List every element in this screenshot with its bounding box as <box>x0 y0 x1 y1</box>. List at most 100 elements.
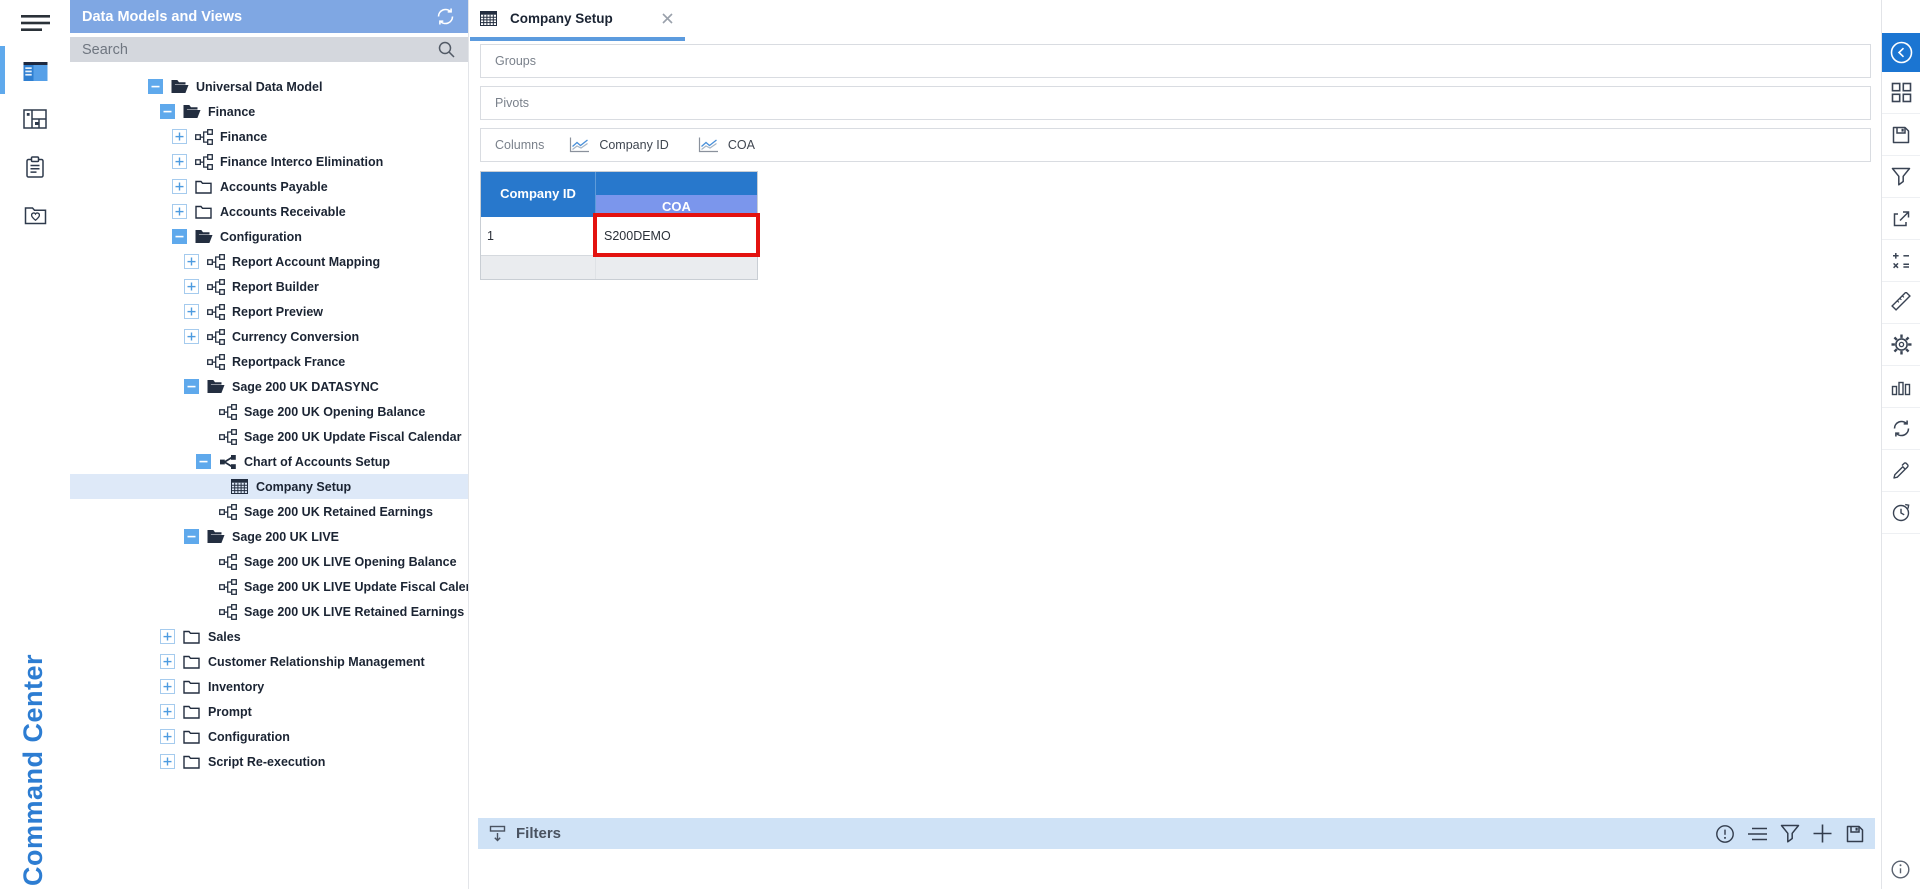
tree-item[interactable]: Configuration <box>70 724 468 749</box>
tree-item[interactable]: Finance Interco Elimination <box>70 149 468 174</box>
search-input[interactable] <box>82 42 412 58</box>
collapse-circle-icon[interactable] <box>1882 33 1920 72</box>
selected-column-header[interactable]: COA <box>596 195 757 217</box>
table-empty-row <box>481 256 757 279</box>
tree-item[interactable]: Sage 200 UK LIVE Retained Earnings <box>70 599 468 624</box>
expand-icon[interactable] <box>172 179 187 194</box>
favorites-folder-icon[interactable] <box>0 202 70 228</box>
tree-item[interactable]: Report Builder <box>70 274 468 299</box>
gear-icon[interactable] <box>1882 324 1920 366</box>
measure-icon <box>568 137 590 154</box>
calc-icon[interactable] <box>1882 240 1920 282</box>
collapse-icon[interactable] <box>172 229 187 244</box>
expand-icon[interactable] <box>184 329 199 344</box>
tree-item[interactable]: Company Setup <box>70 474 468 499</box>
tree-item[interactable]: Sage 200 UK Retained Earnings <box>70 499 468 524</box>
model-icon <box>218 404 237 420</box>
tree-item[interactable]: Customer Relationship Management <box>70 649 468 674</box>
save-icon[interactable] <box>1882 114 1920 156</box>
eyedropper-icon[interactable] <box>1882 450 1920 492</box>
layout-icon[interactable] <box>0 106 70 132</box>
measure-icon <box>697 137 719 154</box>
expand-icon[interactable] <box>172 154 187 169</box>
collapse-icon[interactable] <box>184 529 199 544</box>
tree-item[interactable]: Accounts Receivable <box>70 199 468 224</box>
tree-item[interactable]: Finance <box>70 124 468 149</box>
header-cell-company-id[interactable]: Company ID <box>481 172 596 217</box>
pivots-placeholder: Pivots <box>495 96 529 110</box>
search-icon[interactable] <box>437 40 456 59</box>
expand-icon[interactable] <box>160 729 175 744</box>
tree-item[interactable]: Script Re-execution <box>70 749 468 774</box>
refresh-icon[interactable] <box>1882 408 1920 450</box>
expand-icon[interactable] <box>160 754 175 769</box>
expand-icon[interactable] <box>160 654 175 669</box>
history-icon[interactable] <box>1882 492 1920 534</box>
tree-item[interactable]: Chart of Accounts Setup <box>70 449 468 474</box>
alert-circle-icon[interactable] <box>1715 824 1735 844</box>
tree-item[interactable]: Inventory <box>70 674 468 699</box>
tree-item[interactable]: Sage 200 UK Opening Balance <box>70 399 468 424</box>
model-icon <box>194 129 213 145</box>
expand-icon[interactable] <box>172 204 187 219</box>
collapse-icon[interactable] <box>148 79 163 94</box>
columns-drop-zone[interactable]: Columns Company ID COA <box>480 128 1871 162</box>
tree-item[interactable]: Reportpack France <box>70 349 468 374</box>
tree-item[interactable]: Prompt <box>70 699 468 724</box>
model-icon <box>206 354 225 370</box>
expand-icon[interactable] <box>160 679 175 694</box>
funnel-icon[interactable] <box>1882 156 1920 198</box>
expand-icon[interactable] <box>160 704 175 719</box>
pivots-drop-zone[interactable]: Pivots <box>480 86 1871 120</box>
list-icon[interactable] <box>1747 826 1768 842</box>
tree-item[interactable]: Configuration <box>70 224 468 249</box>
tree-item[interactable]: Finance <box>70 99 468 124</box>
expand-icon[interactable] <box>184 304 199 319</box>
refresh-icon[interactable] <box>435 6 456 27</box>
barchart-icon[interactable] <box>1882 366 1920 408</box>
share-export-icon[interactable] <box>1882 198 1920 240</box>
collapse-icon[interactable] <box>160 104 175 119</box>
collapse-icon[interactable] <box>196 454 211 469</box>
save-icon[interactable] <box>1845 824 1865 844</box>
groups-drop-zone[interactable]: Groups <box>480 44 1871 78</box>
filters-bar[interactable]: Filters <box>478 818 1875 849</box>
plus-icon[interactable] <box>1812 823 1833 844</box>
expand-icon[interactable] <box>160 629 175 644</box>
tree-item[interactable]: Sales <box>70 624 468 649</box>
data-models-panel-icon[interactable] <box>0 58 70 84</box>
collapse-icon[interactable] <box>184 379 199 394</box>
column-chip[interactable]: Company ID <box>568 137 668 154</box>
ruler-icon[interactable] <box>1882 282 1920 324</box>
clipboard-icon[interactable] <box>0 154 70 180</box>
column-chip[interactable]: COA <box>697 137 755 154</box>
expand-icon[interactable] <box>172 129 187 144</box>
tree-item[interactable]: Sage 200 UK Update Fiscal Calendar <box>70 424 468 449</box>
tree-item[interactable]: Report Preview <box>70 299 468 324</box>
filter-panel-icon <box>488 824 507 843</box>
tab-label: Company Setup <box>510 11 613 26</box>
expand-icon[interactable] <box>184 279 199 294</box>
tab-company-setup[interactable]: Company Setup <box>480 0 613 37</box>
model-icon <box>218 604 237 620</box>
tree-item[interactable]: Report Account Mapping <box>70 249 468 274</box>
sidebar-header: Data Models and Views <box>70 0 468 33</box>
close-icon[interactable] <box>662 13 673 24</box>
info-icon[interactable] <box>1890 859 1911 880</box>
funnel-icon[interactable] <box>1780 824 1800 843</box>
groups-placeholder: Groups <box>495 54 536 68</box>
tree-item[interactable]: Currency Conversion <box>70 324 468 349</box>
cell-company-id[interactable]: 1 <box>481 217 596 255</box>
grid4-icon[interactable] <box>1882 72 1920 114</box>
tree-item[interactable]: Accounts Payable <box>70 174 468 199</box>
tree-item[interactable]: Sage 200 UK LIVE Update Fiscal Calendar <box>70 574 468 599</box>
menu-icon[interactable] <box>0 10 70 36</box>
tree-item[interactable]: Sage 200 UK DATASYNC <box>70 374 468 399</box>
expand-icon[interactable] <box>184 254 199 269</box>
folder-icon <box>182 680 201 694</box>
header-cell-coa[interactable]: COA <box>596 172 757 217</box>
cell-coa[interactable]: S200DEMO <box>596 217 757 255</box>
tree-item[interactable]: Sage 200 UK LIVE Opening Balance <box>70 549 468 574</box>
tree-item[interactable]: Sage 200 UK LIVE <box>70 524 468 549</box>
tree-item[interactable]: Universal Data Model <box>70 74 468 99</box>
